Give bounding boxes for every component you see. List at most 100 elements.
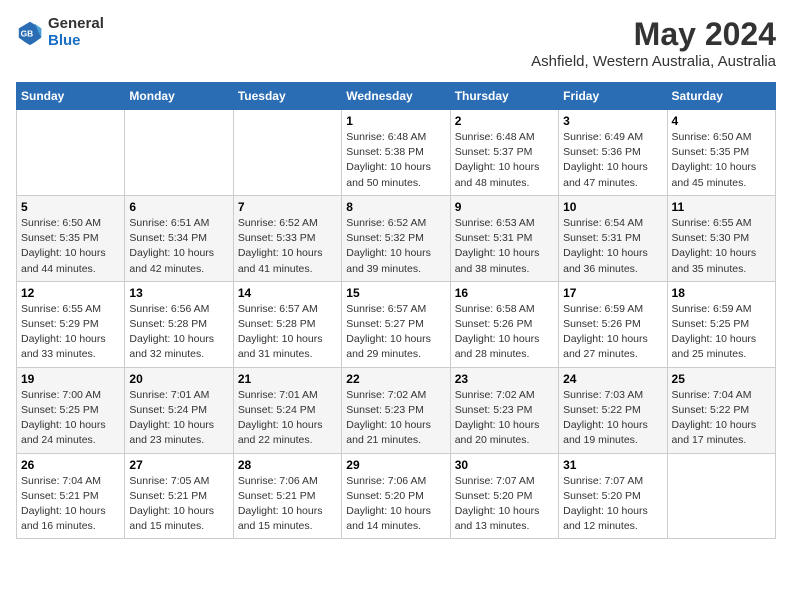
day-info: Sunrise: 7:02 AM Sunset: 5:23 PM Dayligh… xyxy=(346,388,445,449)
logo-line1: General xyxy=(48,16,104,33)
day-number: 27 xyxy=(129,458,228,472)
calendar-cell: 23 Sunrise: 7:02 AM Sunset: 5:23 PM Dayli… xyxy=(450,367,558,453)
calendar-cell: 26 Sunrise: 7:04 AM Sunset: 5:21 PM Dayli… xyxy=(17,453,125,539)
day-number: 1 xyxy=(346,114,445,128)
day-number: 3 xyxy=(563,114,662,128)
calendar-cell: 15 Sunrise: 6:57 AM Sunset: 5:27 PM Dayli… xyxy=(342,281,450,367)
logo-line2: Blue xyxy=(48,33,104,50)
day-number: 6 xyxy=(129,200,228,214)
day-info: Sunrise: 6:51 AM Sunset: 5:34 PM Dayligh… xyxy=(129,216,228,277)
calendar-cell: 3 Sunrise: 6:49 AM Sunset: 5:36 PM Daylig… xyxy=(559,110,667,196)
day-number: 28 xyxy=(238,458,337,472)
day-number: 2 xyxy=(455,114,554,128)
header-friday: Friday xyxy=(559,83,667,110)
day-number: 5 xyxy=(21,200,120,214)
calendar-cell: 18 Sunrise: 6:59 AM Sunset: 5:25 PM Dayli… xyxy=(667,281,775,367)
day-number: 11 xyxy=(672,200,771,214)
calendar-cell: 12Sunrise: 6:55 AM Sunset: 5:29 PM Dayli… xyxy=(17,281,125,367)
day-number: 10 xyxy=(563,200,662,214)
day-info: Sunrise: 6:50 AM Sunset: 5:35 PM Dayligh… xyxy=(21,216,120,277)
calendar-cell: 21 Sunrise: 7:01 AM Sunset: 5:24 PM Dayli… xyxy=(233,367,341,453)
calendar-cell xyxy=(17,110,125,196)
day-info: Sunrise: 6:55 AM Sunset: 5:30 PM Dayligh… xyxy=(672,216,771,277)
calendar-cell: 10 Sunrise: 6:54 AM Sunset: 5:31 PM Dayli… xyxy=(559,195,667,281)
day-info: Sunrise: 7:06 AM Sunset: 5:21 PM Dayligh… xyxy=(238,474,337,535)
logo-icon: GB xyxy=(16,19,44,47)
calendar-week-1: 1 Sunrise: 6:48 AM Sunset: 5:38 PM Daylig… xyxy=(17,110,776,196)
calendar-cell: 16 Sunrise: 6:58 AM Sunset: 5:26 PM Dayli… xyxy=(450,281,558,367)
header-wednesday: Wednesday xyxy=(342,83,450,110)
calendar-cell: 25 Sunrise: 7:04 AM Sunset: 5:22 PM Dayli… xyxy=(667,367,775,453)
day-number: 29 xyxy=(346,458,445,472)
day-info: Sunrise: 7:07 AM Sunset: 5:20 PM Dayligh… xyxy=(455,474,554,535)
day-number: 19 xyxy=(21,372,120,386)
day-number: 21 xyxy=(238,372,337,386)
day-info: Sunrise: 6:48 AM Sunset: 5:37 PM Dayligh… xyxy=(455,130,554,191)
calendar-cell: 17 Sunrise: 6:59 AM Sunset: 5:26 PM Dayli… xyxy=(559,281,667,367)
day-info: Sunrise: 7:02 AM Sunset: 5:23 PM Dayligh… xyxy=(455,388,554,449)
calendar-cell: 8 Sunrise: 6:52 AM Sunset: 5:32 PM Daylig… xyxy=(342,195,450,281)
day-info: Sunrise: 6:59 AM Sunset: 5:26 PM Dayligh… xyxy=(563,302,662,363)
day-number: 8 xyxy=(346,200,445,214)
calendar-cell: 7Sunrise: 6:52 AM Sunset: 5:33 PM Daylig… xyxy=(233,195,341,281)
day-info: Sunrise: 6:54 AM Sunset: 5:31 PM Dayligh… xyxy=(563,216,662,277)
calendar-cell: 6 Sunrise: 6:51 AM Sunset: 5:34 PM Daylig… xyxy=(125,195,233,281)
day-info: Sunrise: 7:01 AM Sunset: 5:24 PM Dayligh… xyxy=(238,388,337,449)
day-number: 30 xyxy=(455,458,554,472)
calendar-cell: 27Sunrise: 7:05 AM Sunset: 5:21 PM Dayli… xyxy=(125,453,233,539)
day-info: Sunrise: 6:55 AM Sunset: 5:29 PM Dayligh… xyxy=(21,302,120,363)
calendar-week-4: 19 Sunrise: 7:00 AM Sunset: 5:25 PM Dayli… xyxy=(17,367,776,453)
day-number: 16 xyxy=(455,286,554,300)
calendar-cell: 20 Sunrise: 7:01 AM Sunset: 5:24 PM Dayli… xyxy=(125,367,233,453)
calendar-cell: 22Sunrise: 7:02 AM Sunset: 5:23 PM Dayli… xyxy=(342,367,450,453)
day-number: 26 xyxy=(21,458,120,472)
calendar-cell: 14 Sunrise: 6:57 AM Sunset: 5:28 PM Dayli… xyxy=(233,281,341,367)
header-tuesday: Tuesday xyxy=(233,83,341,110)
calendar-table: SundayMondayTuesdayWednesdayThursdayFrid… xyxy=(16,82,776,539)
calendar-body: 1 Sunrise: 6:48 AM Sunset: 5:38 PM Daylig… xyxy=(17,110,776,539)
calendar-cell: 11 Sunrise: 6:55 AM Sunset: 5:30 PM Dayli… xyxy=(667,195,775,281)
calendar-header: SundayMondayTuesdayWednesdayThursdayFrid… xyxy=(17,83,776,110)
calendar-cell xyxy=(233,110,341,196)
day-number: 14 xyxy=(238,286,337,300)
day-number: 18 xyxy=(672,286,771,300)
day-number: 25 xyxy=(672,372,771,386)
day-number: 4 xyxy=(672,114,771,128)
header-monday: Monday xyxy=(125,83,233,110)
calendar-cell: 4 Sunrise: 6:50 AM Sunset: 5:35 PM Daylig… xyxy=(667,110,775,196)
day-number: 9 xyxy=(455,200,554,214)
day-info: Sunrise: 7:06 AM Sunset: 5:20 PM Dayligh… xyxy=(346,474,445,535)
day-number: 17 xyxy=(563,286,662,300)
day-number: 23 xyxy=(455,372,554,386)
day-info: Sunrise: 7:04 AM Sunset: 5:22 PM Dayligh… xyxy=(672,388,771,449)
calendar-cell: 30 Sunrise: 7:07 AM Sunset: 5:20 PM Dayli… xyxy=(450,453,558,539)
calendar-cell xyxy=(125,110,233,196)
day-info: Sunrise: 6:52 AM Sunset: 5:32 PM Dayligh… xyxy=(346,216,445,277)
day-info: Sunrise: 6:57 AM Sunset: 5:28 PM Dayligh… xyxy=(238,302,337,363)
calendar-week-5: 26 Sunrise: 7:04 AM Sunset: 5:21 PM Dayli… xyxy=(17,453,776,539)
page-title: May 2024 xyxy=(531,16,776,53)
day-number: 7 xyxy=(238,200,337,214)
day-number: 13 xyxy=(129,286,228,300)
day-info: Sunrise: 6:50 AM Sunset: 5:35 PM Dayligh… xyxy=(672,130,771,191)
day-info: Sunrise: 6:48 AM Sunset: 5:38 PM Dayligh… xyxy=(346,130,445,191)
day-info: Sunrise: 7:00 AM Sunset: 5:25 PM Dayligh… xyxy=(21,388,120,449)
calendar-week-2: 5 Sunrise: 6:50 AM Sunset: 5:35 PM Daylig… xyxy=(17,195,776,281)
calendar-week-3: 12Sunrise: 6:55 AM Sunset: 5:29 PM Dayli… xyxy=(17,281,776,367)
calendar-cell xyxy=(667,453,775,539)
header-thursday: Thursday xyxy=(450,83,558,110)
calendar-cell: 2 Sunrise: 6:48 AM Sunset: 5:37 PM Daylig… xyxy=(450,110,558,196)
day-info: Sunrise: 7:01 AM Sunset: 5:24 PM Dayligh… xyxy=(129,388,228,449)
calendar-cell: 31Sunrise: 7:07 AM Sunset: 5:20 PM Dayli… xyxy=(559,453,667,539)
calendar-cell: 9Sunrise: 6:53 AM Sunset: 5:31 PM Daylig… xyxy=(450,195,558,281)
day-number: 15 xyxy=(346,286,445,300)
calendar-cell: 28 Sunrise: 7:06 AM Sunset: 5:21 PM Dayli… xyxy=(233,453,341,539)
day-info: Sunrise: 6:56 AM Sunset: 5:28 PM Dayligh… xyxy=(129,302,228,363)
day-info: Sunrise: 7:07 AM Sunset: 5:20 PM Dayligh… xyxy=(563,474,662,535)
day-info: Sunrise: 6:59 AM Sunset: 5:25 PM Dayligh… xyxy=(672,302,771,363)
day-info: Sunrise: 7:04 AM Sunset: 5:21 PM Dayligh… xyxy=(21,474,120,535)
day-number: 20 xyxy=(129,372,228,386)
day-info: Sunrise: 6:58 AM Sunset: 5:26 PM Dayligh… xyxy=(455,302,554,363)
day-info: Sunrise: 6:57 AM Sunset: 5:27 PM Dayligh… xyxy=(346,302,445,363)
day-info: Sunrise: 6:49 AM Sunset: 5:36 PM Dayligh… xyxy=(563,130,662,191)
